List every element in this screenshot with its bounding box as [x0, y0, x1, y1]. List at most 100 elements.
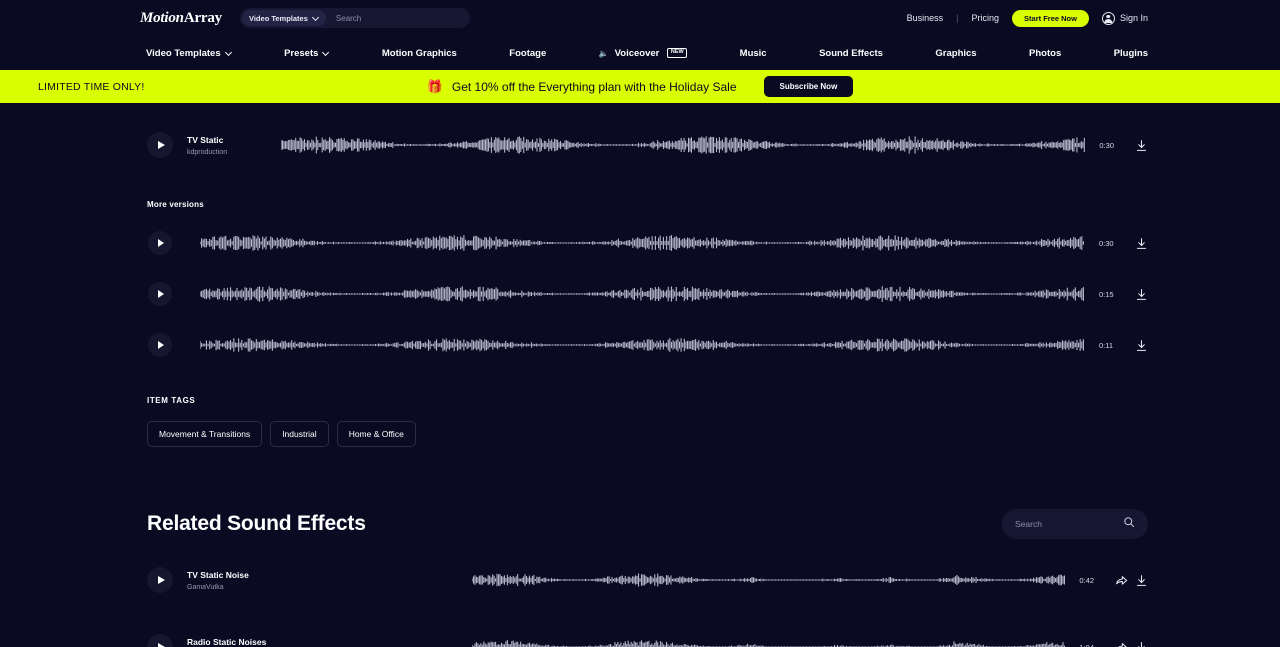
play-button[interactable] — [148, 282, 172, 306]
related-duration: 0:42 — [1079, 575, 1094, 585]
share-button[interactable] — [1115, 641, 1128, 647]
waveform[interactable] — [200, 277, 1085, 311]
track-title[interactable]: Radio Static Noises — [187, 637, 472, 647]
nav-item-voiceover[interactable]: 🔈 Voiceover NEW — [599, 48, 688, 59]
version-row: 0:11 — [147, 328, 1148, 362]
main-track-row: TV Static kdproduction 0:30 — [147, 128, 1148, 162]
play-button[interactable] — [147, 634, 173, 647]
account-icon — [1101, 11, 1115, 25]
nav-item-music[interactable]: Music — [740, 48, 767, 59]
waveform[interactable] — [471, 630, 1065, 647]
related-header: Related Sound Effects Search — [147, 509, 1148, 539]
play-button[interactable] — [148, 231, 172, 255]
nav-label: Voiceover — [614, 47, 660, 59]
download-button[interactable] — [1135, 574, 1148, 587]
waveform[interactable] — [471, 563, 1065, 597]
promo-banner: LIMITED TIME ONLY! 🎁 Get 10% off the Eve… — [0, 70, 1280, 103]
track-artist[interactable]: kdproduction — [187, 149, 281, 156]
nav-item-graphics[interactable]: Graphics — [935, 48, 976, 59]
nav-item-video-templates[interactable]: Video Templates — [146, 48, 232, 59]
play-button[interactable] — [147, 132, 173, 158]
waveform-svg — [200, 235, 1084, 251]
business-link[interactable]: Business — [907, 13, 944, 23]
download-button[interactable] — [1135, 339, 1148, 352]
top-bar-right: Business | Pricing Start Free Now Sign I… — [907, 9, 1148, 27]
nav-label: Presets — [284, 47, 319, 59]
track-duration: 0:30 — [1099, 140, 1115, 150]
nav-item-plugins[interactable]: Plugins — [1114, 48, 1148, 59]
download-button[interactable] — [1135, 288, 1148, 301]
logo-motion: Motion — [140, 9, 184, 26]
chevron-down-icon — [313, 15, 319, 21]
more-versions-label: More versions — [147, 200, 204, 209]
sign-in-button[interactable]: Sign In — [1101, 11, 1148, 25]
nav-label: Video Templates — [146, 47, 221, 59]
content-area: TV Static kdproduction 0:30 More version… — [0, 128, 1280, 647]
nav-label: Photos — [1029, 47, 1062, 59]
related-search[interactable]: Search — [1002, 509, 1148, 539]
search-icon — [1124, 517, 1134, 527]
related-row: TV Static Noise GamaVutka 0:42 — [147, 563, 1148, 597]
play-button[interactable] — [147, 567, 173, 593]
nav-item-footage[interactable]: Footage — [509, 48, 546, 59]
play-icon — [157, 643, 165, 647]
new-badge: NEW — [667, 48, 688, 58]
waveform[interactable] — [200, 328, 1085, 362]
related-duration: 1:04 — [1079, 642, 1094, 647]
download-icon — [1138, 641, 1145, 647]
tag-chip[interactable]: Movement & Transitions — [147, 421, 263, 447]
nav-item-sound-effects[interactable]: Sound Effects — [819, 48, 883, 59]
nav-label: Plugins — [1113, 47, 1148, 59]
page-root: MotionArray Video Templates Search Busin… — [0, 0, 1280, 647]
nav-label: Footage — [509, 47, 547, 59]
track-artist[interactable]: GamaVutka — [187, 584, 472, 591]
play-icon — [157, 576, 165, 584]
nav-item-presets[interactable]: Presets — [284, 48, 329, 59]
play-button[interactable] — [148, 333, 172, 357]
start-free-now-button[interactable]: Start Free Now — [1012, 9, 1089, 27]
related-search-input[interactable]: Search — [1015, 519, 1042, 529]
version-duration: 0:15 — [1099, 289, 1114, 299]
share-button[interactable] — [1115, 574, 1128, 587]
version-row: 0:15 — [147, 277, 1148, 311]
top-bar: MotionArray Video Templates Search Busin… — [0, 0, 1280, 36]
top-bar-separator: | — [956, 13, 959, 23]
gift-icon: 🎁 — [426, 79, 443, 94]
download-icon — [1136, 339, 1147, 351]
subscribe-now-button[interactable]: Subscribe Now — [763, 76, 854, 97]
related-meta: Radio Static Noises Sotirios Bakas — [187, 637, 472, 647]
promo-banner-message: Get 10% off the Everything plan with the… — [451, 79, 737, 94]
main-track-meta: TV Static kdproduction — [187, 135, 281, 156]
nav-item-photos[interactable]: Photos — [1029, 48, 1061, 59]
track-title[interactable]: TV Static Noise — [187, 570, 472, 580]
search-category-label: Video Templates — [248, 13, 308, 23]
track-title: TV Static — [187, 134, 224, 145]
waveform[interactable] — [281, 128, 1085, 162]
tag-chip[interactable]: Industrial — [270, 421, 329, 447]
nav-item-motion-graphics[interactable]: Motion Graphics — [382, 48, 457, 59]
pricing-link[interactable]: Pricing — [972, 13, 1000, 23]
chevron-down-icon — [323, 50, 329, 56]
related-meta: TV Static Noise GamaVutka — [187, 570, 472, 591]
download-button[interactable] — [1135, 641, 1148, 647]
search-button[interactable] — [1123, 515, 1135, 533]
download-icon — [1136, 237, 1147, 249]
nav-label: Music — [739, 47, 767, 59]
global-search[interactable]: Video Templates Search — [239, 8, 470, 28]
waveform-svg — [200, 338, 1084, 352]
speaker-icon: 🔈 — [598, 48, 609, 58]
tag-chip[interactable]: Home & Office — [336, 421, 416, 447]
waveform-svg — [471, 640, 1065, 647]
related-row: Radio Static Noises Sotirios Bakas 1:04 — [147, 630, 1148, 647]
search-input[interactable]: Search — [336, 14, 361, 23]
download-icon — [1136, 139, 1147, 151]
play-icon — [157, 141, 165, 149]
logo[interactable]: MotionArray — [140, 10, 222, 27]
download-icon — [1136, 288, 1147, 300]
download-button[interactable] — [1135, 237, 1148, 250]
share-icon — [1117, 642, 1128, 647]
play-icon — [158, 290, 164, 298]
search-category-dropdown[interactable]: Video Templates — [241, 10, 326, 26]
waveform[interactable] — [200, 226, 1085, 260]
download-button[interactable] — [1135, 139, 1148, 152]
